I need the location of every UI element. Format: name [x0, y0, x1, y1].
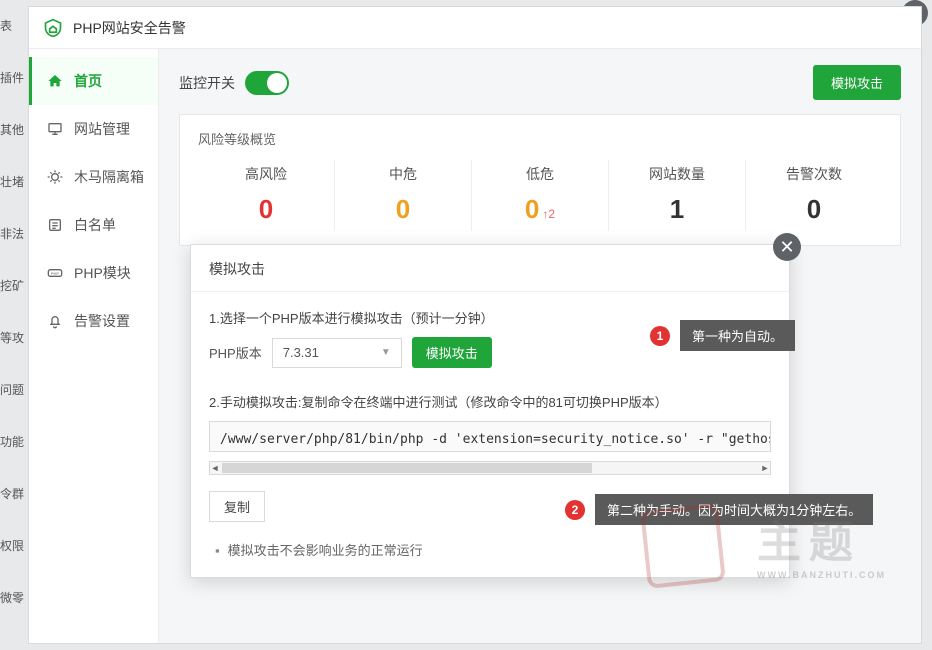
risk-col-site-count: 网站数量 1: [609, 160, 746, 231]
risk-label: 网站数量: [609, 164, 745, 184]
chevron-down-icon: ▼: [381, 347, 391, 358]
monitor-switch-label: 监控开关: [179, 73, 235, 93]
bell-icon: [46, 312, 64, 330]
monitor-toggle[interactable]: [245, 71, 289, 95]
sidebar-item-label: 告警设置: [74, 311, 130, 331]
page-title: PHP网站安全告警: [73, 18, 186, 38]
shield-house-icon: [43, 18, 63, 38]
modal-note: 模拟攻击不会影响业务的正常运行: [209, 540, 771, 559]
close-icon[interactable]: ✕: [773, 233, 801, 261]
sidebar-item-alert-settings[interactable]: 告警设置: [29, 297, 158, 345]
risk-value: 1: [609, 194, 745, 225]
bug-icon: [46, 168, 64, 186]
simulate-attack-button[interactable]: 模拟攻击: [813, 65, 901, 100]
risk-overview-card: 风险等级概览 高风险 0 中危 0 低危 0↑2 网站数量: [179, 114, 901, 246]
sidebar-item-whitelist[interactable]: 白名单: [29, 201, 158, 249]
risk-value: 0: [198, 194, 334, 225]
php-version-select[interactable]: 7.3.31 ▼: [272, 338, 402, 368]
titlebar: PHP网站安全告警: [29, 7, 921, 49]
risk-value: 0: [746, 194, 882, 225]
sidebar-item-label: 木马隔离箱: [74, 167, 144, 187]
risk-label: 告警次数: [746, 164, 882, 184]
risk-value: 0: [335, 194, 471, 225]
sidebar-item-label: 网站管理: [74, 119, 130, 139]
horizontal-scrollbar[interactable]: ◄ ►: [209, 461, 771, 475]
php-icon: PHP: [46, 264, 64, 282]
trend-up-icon: ↑2: [542, 207, 555, 221]
content-topbar: 监控开关 模拟攻击: [179, 65, 901, 100]
scroll-right-icon[interactable]: ►: [760, 463, 770, 473]
modal-title: 模拟攻击: [191, 245, 789, 292]
sidebar-item-home[interactable]: 首页: [29, 57, 158, 105]
command-textbox[interactable]: /www/server/php/81/bin/php -d 'extension…: [209, 421, 771, 452]
risk-col-low: 低危 0↑2: [472, 160, 609, 231]
list-icon: [46, 216, 64, 234]
monitor-icon: [46, 120, 64, 138]
php-version-label: PHP版本: [209, 343, 262, 362]
risk-label: 中危: [335, 164, 471, 184]
sidebar-item-label: PHP模块: [74, 263, 131, 283]
scrollbar-thumb[interactable]: [222, 463, 592, 473]
sidebar-item-label: 白名单: [74, 215, 116, 235]
callout-text: 第二种为手动。因为时间大概为1分钟左右。: [595, 494, 873, 525]
background-page-fragments: 表插件其他 壮堵非法挖矿 等攻问题功能 令群权限微零: [0, 0, 26, 650]
risk-label: 高风险: [198, 164, 334, 184]
sidebar-item-php-module[interactable]: PHP PHP模块: [29, 249, 158, 297]
sidebar: 首页 网站管理 木马隔离箱 白名单 PHP PHP模块 告警设置: [29, 49, 159, 643]
sidebar-item-label: 首页: [74, 71, 102, 91]
select-value: 7.3.31: [283, 345, 319, 360]
attack-button[interactable]: 模拟攻击: [412, 337, 492, 368]
simulate-attack-modal: ✕ 模拟攻击 1.选择一个PHP版本进行模拟攻击（预计一分钟） PHP版本 7.…: [190, 244, 790, 578]
sidebar-item-site-manage[interactable]: 网站管理: [29, 105, 158, 153]
callout-2: 2 第二种为手动。因为时间大概为1分钟左右。: [565, 494, 873, 525]
risk-value: 0↑2: [472, 194, 608, 225]
copy-button[interactable]: 复制: [209, 491, 265, 522]
risk-col-alert-count: 告警次数 0: [746, 160, 882, 231]
risk-col-medium: 中危 0: [335, 160, 472, 231]
risk-label: 低危: [472, 164, 608, 184]
risk-col-high: 高风险 0: [198, 160, 335, 231]
callout-text: 第一种为自动。: [680, 320, 795, 351]
scroll-left-icon[interactable]: ◄: [210, 463, 220, 473]
step2-text: 2.手动模拟攻击:复制命令在终端中进行测试（修改命令中的81可切换PHP版本）: [209, 392, 771, 411]
callout-number-icon: 2: [565, 500, 585, 520]
risk-card-title: 风险等级概览: [198, 129, 882, 148]
home-icon: [46, 72, 64, 90]
callout-number-icon: 1: [650, 326, 670, 346]
sidebar-item-quarantine[interactable]: 木马隔离箱: [29, 153, 158, 201]
callout-1: 1 第一种为自动。: [650, 320, 795, 351]
svg-text:PHP: PHP: [51, 271, 60, 276]
